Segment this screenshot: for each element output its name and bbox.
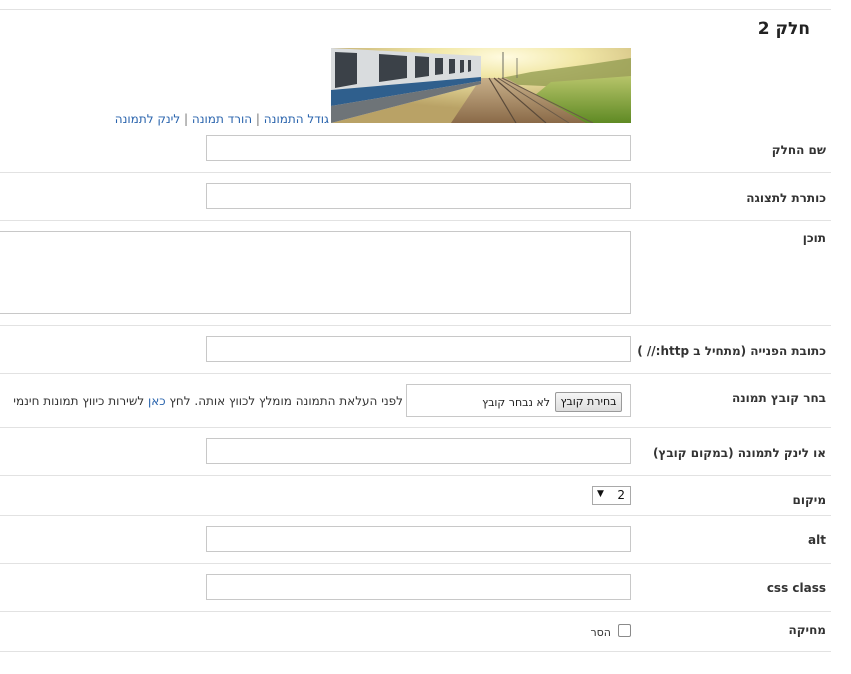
- image-link-label: או לינק לתמונה (במקום קובץ): [652, 446, 826, 460]
- image-links: גודל התמונה | הורד תמונה | לינק לתמונה: [115, 112, 329, 126]
- checkbox-icon[interactable]: [618, 624, 631, 637]
- chevron-down-icon: ▼: [597, 489, 604, 499]
- position-select[interactable]: 2 ▼: [592, 486, 631, 505]
- links-separator: |: [184, 112, 189, 126]
- row-divider: [0, 475, 831, 476]
- display-title-label: כותרת לתצוגה: [746, 191, 826, 205]
- compress-note: לפני העלאת התמונה מומלץ לכווץ אותה. לחץ …: [13, 394, 403, 408]
- reference-url-label: כתובת הפנייה (מתחיל ב http:// ): [637, 344, 826, 358]
- delete-label: מחיקה: [788, 623, 826, 637]
- row-divider: [0, 373, 831, 374]
- train-photo: [331, 48, 631, 123]
- top-divider: [0, 9, 831, 10]
- image-size-link[interactable]: גודל התמונה: [264, 112, 329, 126]
- section-title: חלק 2: [757, 19, 810, 39]
- remove-checkbox-label[interactable]: הסר: [590, 626, 611, 639]
- content-label: תוכן: [802, 231, 826, 245]
- display-title-input[interactable]: [206, 183, 631, 209]
- position-label: מיקום: [792, 493, 826, 507]
- row-divider: [0, 515, 831, 516]
- choose-file-button[interactable]: בחירת קובץ: [555, 392, 622, 412]
- row-divider: [0, 427, 831, 428]
- download-image-link[interactable]: הורד תמונה: [192, 112, 252, 126]
- file-input[interactable]: בחירת קובץ לא נבחר קובץ: [406, 384, 631, 417]
- alt-input[interactable]: [206, 526, 631, 552]
- position-selected-value: 2: [617, 488, 625, 502]
- row-divider: [0, 172, 831, 173]
- compress-note-after: לשירות כיווץ תמונות חינמי: [13, 394, 148, 408]
- content-textarea[interactable]: [0, 231, 631, 314]
- bottom-divider: [0, 651, 831, 652]
- links-separator: |: [255, 112, 260, 126]
- row-divider: [0, 325, 831, 326]
- part-name-label: שם החלק: [771, 143, 826, 157]
- row-divider: [0, 220, 831, 221]
- row-divider: [0, 611, 831, 612]
- train-photo-svg: [331, 48, 631, 123]
- compress-service-link[interactable]: כאן: [148, 394, 166, 408]
- row-divider: [0, 563, 831, 564]
- compress-note-before: לפני העלאת התמונה מומלץ לכווץ אותה. לחץ: [165, 394, 403, 408]
- css-class-label: css class: [766, 581, 826, 595]
- alt-label: alt: [808, 533, 826, 547]
- css-class-input[interactable]: [206, 574, 631, 600]
- image-file-label: בחר קובץ תמונה: [731, 391, 826, 405]
- image-link-link[interactable]: לינק לתמונה: [115, 112, 180, 126]
- image-link-input[interactable]: [206, 438, 631, 464]
- part-name-input[interactable]: [206, 135, 631, 161]
- no-file-text: לא נבחר קובץ: [482, 396, 550, 409]
- reference-url-input[interactable]: [206, 336, 631, 362]
